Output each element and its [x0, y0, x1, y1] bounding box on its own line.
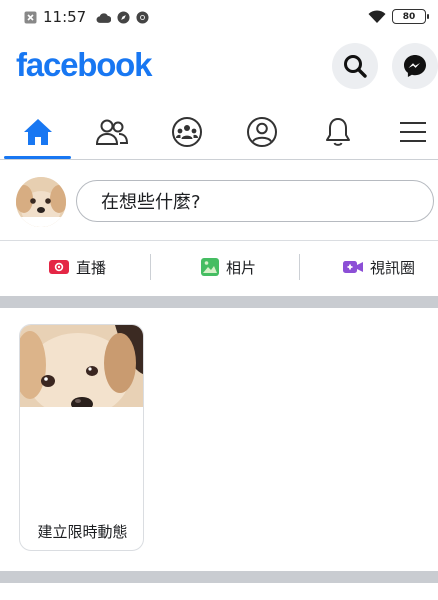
compass-icon [117, 10, 130, 24]
story-photo [20, 325, 143, 407]
composer-divider [0, 240, 438, 241]
photo-label: 相片 [226, 258, 257, 277]
status-composer-input[interactable]: 在想些什麼? [76, 180, 434, 222]
action-divider [150, 254, 151, 280]
avatar-photo [16, 177, 66, 227]
action-divider [299, 254, 300, 280]
tab-home[interactable] [5, 104, 71, 160]
notification-close-icon [24, 11, 37, 23]
live-video-icon [49, 260, 69, 274]
status-bar: 11:57 80 [0, 0, 438, 36]
tab-groups[interactable] [154, 104, 220, 160]
avatar[interactable] [16, 177, 66, 227]
video-room-label: 視訊圈 [370, 258, 416, 277]
friends-icon [95, 119, 129, 145]
tab-bar-divider [0, 159, 438, 160]
facebook-logo[interactable]: facebook [16, 46, 152, 84]
section-separator [0, 296, 438, 308]
messenger-button[interactable] [392, 43, 438, 89]
photo-button[interactable]: 相片 [200, 254, 256, 280]
video-room-icon [343, 261, 363, 273]
search-button[interactable] [332, 43, 378, 89]
video-room-button[interactable]: 視訊圈 [342, 254, 415, 280]
dog-photo [20, 325, 143, 407]
tab-notifications[interactable] [305, 104, 371, 160]
messenger-icon [404, 55, 426, 77]
main-tab-bar [0, 104, 438, 160]
menu-icon [400, 122, 426, 142]
create-story-card[interactable]: 建立限時動態 [19, 324, 144, 551]
photo-icon [201, 258, 219, 276]
groups-icon [172, 117, 202, 147]
search-icon [344, 55, 367, 78]
tab-friends[interactable] [79, 104, 145, 160]
tab-menu[interactable] [380, 104, 438, 160]
create-story-label: 建立限時動態 [37, 523, 128, 541]
cloud-icon [96, 12, 112, 23]
bell-icon [326, 118, 350, 146]
battery-indicator: 80 [392, 9, 429, 24]
profile-icon [247, 117, 277, 147]
section-separator [0, 571, 438, 583]
chrome-icon [136, 10, 149, 24]
home-icon [24, 119, 52, 145]
live-video-label: 直播 [76, 258, 107, 277]
status-time: 11:57 [43, 8, 87, 26]
live-video-button[interactable]: 直播 [48, 254, 106, 280]
tab-profile[interactable] [229, 104, 295, 160]
wifi-icon [368, 9, 386, 23]
